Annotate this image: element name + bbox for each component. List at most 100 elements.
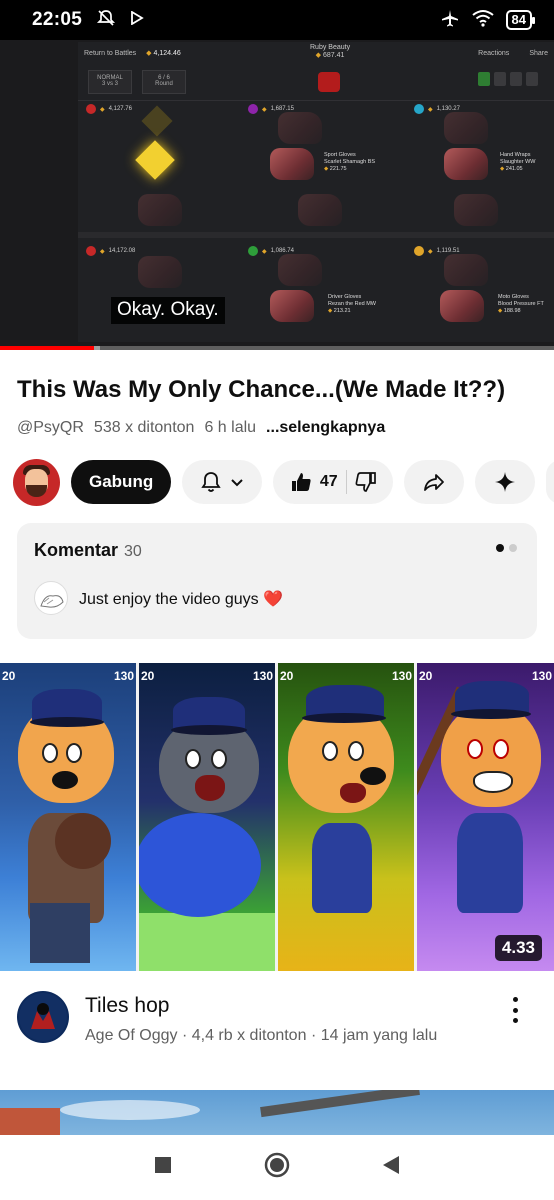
hud-right: 130 [252, 669, 273, 683]
thumb-panel-4: 20 130 [417, 663, 554, 971]
bell-icon [199, 470, 223, 494]
recommended-title[interactable]: Tiles hop [85, 994, 169, 1018]
game-round-label: Round [155, 81, 173, 87]
more-actions-button[interactable] [546, 460, 554, 504]
hud-right: 130 [531, 669, 552, 683]
hud-left: 20 [141, 669, 155, 683]
view-count: 538 x ditonton [93, 419, 195, 436]
thumb-panel-1: 20 130 [0, 663, 136, 971]
share-button[interactable] [404, 460, 465, 504]
like-button[interactable]: 47 [290, 471, 338, 493]
game-slot-5: ◆ 1,086.74 Driver Gloves Rezan the Red MW ◆… [248, 246, 388, 350]
video-player[interactable]: Return to Battles ◆ 4,124.46 Ruby Beauty… [0, 40, 554, 350]
upload-age: 6 h lalu [204, 419, 257, 436]
play-store-icon [130, 9, 144, 30]
slot-value: 4,127.76 [108, 106, 132, 112]
wifi-icon [471, 9, 494, 32]
game-slot-6: ◆ 1,119.51 Moto Gloves Blood Pressure FT ◆ … [414, 246, 554, 350]
more-options-icon[interactable] [505, 995, 525, 1025]
sparkle-icon [494, 471, 516, 493]
bell-off-icon [96, 8, 116, 33]
game-topbar: Return to Battles ◆ 4,124.46 Ruby Beauty… [84, 44, 548, 59]
video-caption: Okay. Okay. [111, 297, 225, 324]
game-mode-value: 687.41 [323, 52, 345, 59]
more-link[interactable]: ...selengkapnya [266, 419, 385, 437]
slot-value: 14,172.08 [108, 248, 136, 254]
thumbs-up-icon [290, 471, 312, 493]
comments-count: 30 [124, 543, 142, 560]
comments-label: Komentar [34, 540, 119, 560]
notification-bell-button[interactable] [182, 460, 263, 504]
comments-header: Komentar 30 [34, 540, 142, 561]
game-filter-icons [478, 72, 548, 88]
item-name: Blood Pressure FT [498, 301, 544, 307]
video-meta[interactable]: @PsyQR 538 x ditonton 6 h lalu ...seleng… [17, 419, 385, 437]
game-reactions: Reactions [478, 49, 510, 57]
clock: 22:05 [32, 9, 83, 30]
item-price: 188.98 [503, 308, 521, 314]
share-icon [422, 470, 446, 494]
ask-ai-button[interactable] [475, 460, 536, 504]
hud-right: 130 [113, 669, 134, 683]
hud-left: 20 [280, 669, 294, 683]
progress-bar[interactable] [0, 346, 554, 350]
game-mode-sub: 3 vs 3 [101, 81, 118, 87]
hud-left: 20 [2, 669, 16, 683]
item-name: Rezan the Red MW [328, 301, 376, 307]
progress-fill [0, 346, 95, 350]
video-duration: 4.33 [494, 935, 542, 961]
dislike-button[interactable] [355, 471, 377, 493]
game-case-icon [318, 72, 340, 92]
recommended-thumbnail[interactable]: 20 130 20 130 20 130 20 130 4.33 [0, 663, 554, 971]
game-slot-3: ◆ 1,130.27 Hand Wraps Slaughter WW ◆ 241.05 [414, 104, 554, 226]
game-share: Share [529, 49, 548, 57]
game-slot-1: ◆ 4,127.76 [86, 104, 226, 226]
game-round-box: 6 / 6 Round [142, 70, 186, 94]
item-price: 221.75 [329, 166, 347, 172]
hud-left: 20 [419, 669, 433, 683]
game-return-text: Return to Battles [84, 49, 137, 57]
channel-handle[interactable]: @PsyQR [17, 419, 84, 437]
back-button[interactable] [382, 1155, 400, 1180]
hud-right: 130 [391, 669, 412, 683]
item-name: Slaughter WW [500, 159, 536, 165]
item-name: Scarlet Shamagh BS [324, 159, 376, 165]
recommended-info[interactable]: Tiles hop Age Of Oggy · 4,4 rb x ditonto… [0, 975, 554, 1065]
item-category: Hand Wraps [500, 152, 531, 158]
commenter-avatar [34, 581, 68, 615]
top-comment: Just enjoy the video guys ❤️ [79, 591, 284, 608]
recommended-meta: Age Of Oggy · 4,4 rb x ditonton · 14 jam… [85, 1027, 438, 1044]
item-price: 213.21 [333, 308, 351, 314]
comments-card[interactable]: Komentar 30 Just enjoy the video guys ❤️ [17, 523, 537, 639]
game-mode-label: Ruby Beauty [310, 44, 351, 51]
item-category: Driver Gloves [328, 294, 362, 300]
join-button[interactable]: Gabung [71, 460, 172, 504]
system-nav-bar [0, 1135, 554, 1200]
recommended-age: 14 jam yang lalu [320, 1027, 438, 1044]
home-button[interactable] [264, 1152, 290, 1183]
thumb-panel-3: 20 130 [278, 663, 414, 971]
game-slot-2: ◆ 1,687.15 Sport Gloves Scarlet Shamagh BS… [248, 104, 388, 226]
game-balance: 4,124.46 [153, 49, 181, 57]
recommended-channel-avatar[interactable] [17, 991, 69, 1043]
item-category: Moto Gloves [498, 294, 529, 300]
status-bar: 22:05 84 [0, 0, 554, 40]
recommended-channel[interactable]: Age Of Oggy [85, 1027, 178, 1044]
thumbs-down-icon [355, 471, 377, 493]
item-category: Sport Gloves [324, 152, 356, 158]
item-price: 241.05 [505, 166, 523, 172]
action-row: Gabung 47 [13, 458, 554, 506]
divider [345, 470, 347, 494]
recommended-views: 4,4 rb x ditonton [191, 1027, 307, 1044]
like-dislike-group: 47 [273, 460, 394, 504]
thumb-panel-2: 20 130 [139, 663, 275, 971]
next-video-thumbnail[interactable] [0, 1090, 554, 1135]
recents-button[interactable] [154, 1156, 172, 1179]
like-count: 47 [319, 473, 338, 490]
chevron-down-icon [229, 474, 245, 490]
carousel-dots [496, 544, 517, 552]
channel-avatar[interactable] [13, 458, 60, 506]
video-title[interactable]: This Was My Only Chance...(We Made It??) [17, 375, 547, 405]
airplane-icon [440, 8, 460, 33]
game-mode-box: NORMAL 3 vs 3 [88, 70, 132, 94]
